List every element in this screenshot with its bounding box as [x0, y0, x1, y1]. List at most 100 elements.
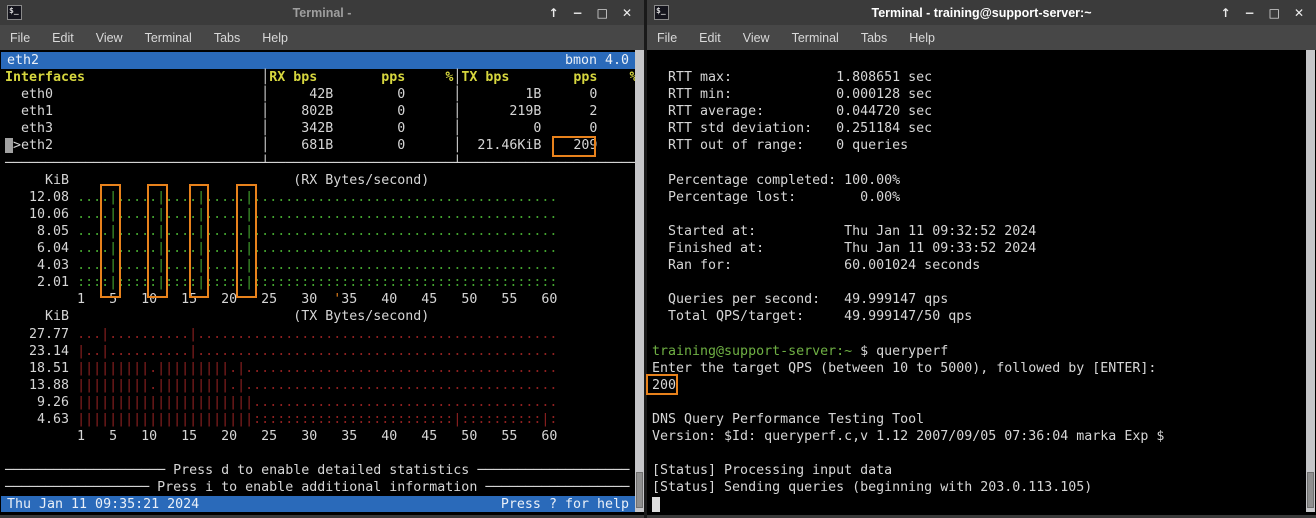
menu-item-view[interactable]: View: [96, 31, 123, 45]
terminal-line: eth1 │ 802B 0 │ 219B 2: [1, 103, 635, 120]
terminal-line: 200: [648, 377, 1306, 394]
highlight-box: [236, 184, 257, 298]
highlight-box: [100, 184, 121, 298]
terminal-line: >eth2 │ 681B 0 │ 21.46KiB 209: [1, 137, 635, 154]
terminal-line: 4.63 ||||||||||||||||||||||:::::::::::::…: [1, 411, 635, 428]
terminal-app-icon: $_: [654, 5, 669, 20]
menu-item-edit[interactable]: Edit: [52, 31, 74, 45]
window-title: Terminal - training@support-server:~: [872, 6, 1092, 20]
left-terminal-window: $_ Terminal - ↑ − □ ✕ File Edit View Termin…: [0, 0, 644, 518]
terminal-line: [1, 445, 635, 462]
maximize-button[interactable]: □: [1269, 6, 1280, 20]
terminal-line: [648, 206, 1306, 223]
terminal-line: ────────────────────────────────┴───────…: [1, 155, 635, 172]
terminal-line: eth0 │ 42B 0 │ 1B 0: [1, 86, 635, 103]
close-button[interactable]: ✕: [1294, 6, 1304, 20]
menu-bar: File Edit View Terminal Tabs Help: [647, 25, 1316, 50]
menu-item-terminal[interactable]: Terminal: [145, 31, 192, 45]
shade-button[interactable]: ↑: [1220, 6, 1230, 20]
menu-item-tabs[interactable]: Tabs: [214, 31, 240, 45]
terminal-line: eth3 │ 342B 0 │ 0 0: [1, 120, 635, 137]
menu-bar: File Edit View Terminal Tabs Help: [0, 25, 644, 50]
terminal-line: 8.05 ....|.....|....|.....|.............…: [1, 223, 635, 240]
right-terminal-window: $_ Terminal - training@support-server:~ …: [647, 0, 1316, 518]
terminal-line: 6.04 ....|.....|....|.....|.............…: [1, 240, 635, 257]
minimize-button[interactable]: −: [1245, 6, 1255, 20]
highlight-box: [646, 374, 678, 395]
terminal-line: 13.88 |||||||||.|||||||||.|.............…: [1, 377, 635, 394]
terminal-line: 1 5 10 15 20 25 30 '35 40 45 50 55 60: [1, 291, 635, 308]
terminal-screen[interactable]: eth2 bmon 4.0 Interfaces │RX bps pps %│T…: [1, 50, 635, 512]
terminal-line: ──────────────────── Press d to enable d…: [1, 462, 635, 479]
terminal-line: 18.51 |||||||||.|||||||||.|.............…: [1, 360, 635, 377]
terminal-app-icon: $_: [7, 5, 22, 20]
terminal-line: 9.26 ||||||||||||||||||||||.............…: [1, 394, 635, 411]
title-bar[interactable]: $_ Terminal - ↑ − □ ✕: [0, 0, 644, 25]
terminal-line: [648, 445, 1306, 462]
menu-item-help[interactable]: Help: [262, 31, 288, 45]
terminal-line: RTT out of range: 0 queries: [648, 137, 1306, 154]
terminal-line: KiB (TX Bytes/second): [1, 308, 635, 325]
scrollbar-thumb[interactable]: [636, 472, 643, 508]
terminal-line: Ran for: 60.001024 seconds: [648, 257, 1306, 274]
terminal-line: training@support-server:~ $ queryperf: [648, 343, 1306, 360]
terminal-line: Version: $Id: queryperf.c,v 1.12 2007/09…: [648, 428, 1306, 445]
bmon-clock: Thu Jan 11 09:35:21 2024: [7, 496, 199, 512]
highlight-box: [552, 136, 596, 157]
terminal-line: KiB (RX Bytes/second): [1, 172, 635, 189]
title-bar[interactable]: $_ Terminal - training@support-server:~ …: [647, 0, 1316, 25]
menu-item-tabs[interactable]: Tabs: [861, 31, 887, 45]
maximize-button[interactable]: □: [597, 6, 608, 20]
menu-item-file[interactable]: File: [657, 31, 677, 45]
terminal-line: Total QPS/target: 49.999147/50 qps: [648, 308, 1306, 325]
shade-button[interactable]: ↑: [548, 6, 558, 20]
terminal-line: Percentage completed: 100.00%: [648, 172, 1306, 189]
terminal-line: Percentage lost: 0.00%: [648, 189, 1306, 206]
terminal-line: Enter the target QPS (between 10 to 5000…: [648, 360, 1306, 377]
terminal-line: Finished at: Thu Jan 11 09:33:52 2024: [648, 240, 1306, 257]
terminal-line: [648, 326, 1306, 343]
menu-item-terminal[interactable]: Terminal: [792, 31, 839, 45]
terminal-line: [Status] Sending queries (beginning with…: [648, 479, 1306, 496]
window-buttons: ↑ − □ ✕: [1220, 6, 1304, 20]
scrollbar[interactable]: [635, 50, 644, 512]
menu-item-file[interactable]: File: [10, 31, 30, 45]
minimize-button[interactable]: −: [573, 6, 583, 20]
bmon-title-bar: eth2 bmon 4.0: [1, 52, 635, 69]
terminal-line: 2.01 ::::|:::::|::::|:::::|:::::::::::::…: [1, 274, 635, 291]
window-title: Terminal -: [293, 6, 352, 20]
scrollbar-thumb[interactable]: [1307, 472, 1314, 508]
terminal-line: [648, 496, 1306, 512]
terminal-screen[interactable]: RTT max: 1.808651 sec RTT min: 0.000128 …: [648, 50, 1306, 512]
terminal-line: ────────────────── Press i to enable add…: [1, 479, 635, 496]
scrollbar[interactable]: [1306, 50, 1315, 512]
terminal-line: 27.77 ...|..........|...................…: [1, 326, 635, 343]
shell-output: RTT max: 1.808651 sec RTT min: 0.000128 …: [648, 52, 1306, 512]
terminal-line: RTT min: 0.000128 sec: [648, 86, 1306, 103]
close-button[interactable]: ✕: [622, 6, 632, 20]
terminal-line: 10.06 ....|.....|....|.....|............…: [1, 206, 635, 223]
highlight-box: [147, 184, 168, 298]
menu-item-edit[interactable]: Edit: [699, 31, 721, 45]
terminal-line: Started at: Thu Jan 11 09:32:52 2024: [648, 223, 1306, 240]
terminal-line: 12.08 ....|.....|....|.....|............…: [1, 189, 635, 206]
bmon-selected-interface: eth2: [7, 52, 39, 69]
bmon-output: Interfaces │RX bps pps %│TX bps pps % et…: [1, 69, 635, 496]
terminal-line: Interfaces │RX bps pps %│TX bps pps %: [1, 69, 635, 86]
bmon-help-hint: Press ? for help: [501, 496, 629, 512]
desktop: { "colors": { "accent_blue": "#2a6aba", …: [0, 0, 1316, 518]
terminal-line: 23.14 |..|..........|...................…: [1, 343, 635, 360]
terminal-line: [648, 394, 1306, 411]
menu-item-help[interactable]: Help: [909, 31, 935, 45]
window-buttons: ↑ − □ ✕: [548, 6, 632, 20]
menu-item-view[interactable]: View: [743, 31, 770, 45]
terminal-line: [648, 52, 1306, 69]
terminal-line: [Status] Processing input data: [648, 462, 1306, 479]
terminal-line: [648, 155, 1306, 172]
terminal-line: DNS Query Performance Testing Tool: [648, 411, 1306, 428]
terminal-line: RTT std deviation: 0.251184 sec: [648, 120, 1306, 137]
terminal-line: 4.03 ....|.....|....|.....|.............…: [1, 257, 635, 274]
bmon-status-bar: Thu Jan 11 09:35:21 2024 Press ? for hel…: [1, 496, 635, 512]
terminal-line: 1 5 10 15 20 25 30 35 40 45 50 55 60: [1, 428, 635, 445]
bmon-version: bmon 4.0: [565, 52, 629, 69]
